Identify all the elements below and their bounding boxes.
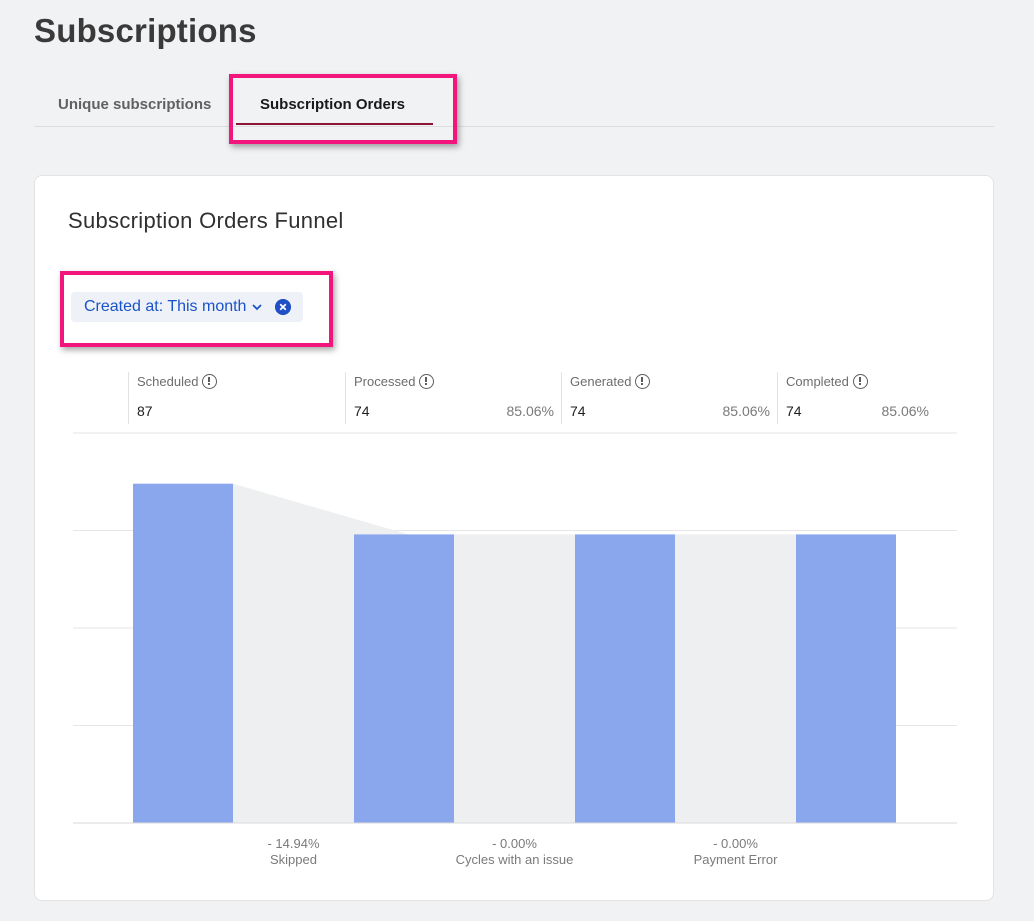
drop-area [233, 534, 354, 823]
funnel-bar [796, 534, 896, 823]
funnel-bar [133, 483, 233, 823]
funnel-bar [354, 534, 454, 823]
tab-unique-subscriptions[interactable]: Unique subscriptions [58, 78, 211, 126]
drop-percent: - 0.00% [713, 836, 758, 851]
drop-slope [233, 483, 409, 535]
funnel-chart: - 14.94%Skipped- 0.00%Cycles with an iss… [73, 432, 957, 867]
drop-label: Payment Error [694, 852, 778, 867]
page-title: Subscriptions [34, 12, 257, 49]
funnel-bar [575, 534, 675, 823]
drop-area [454, 534, 575, 823]
drop-percent: - 0.00% [492, 836, 537, 851]
active-tab-indicator [236, 123, 433, 125]
drop-label: Skipped [270, 852, 317, 867]
drop-area [675, 534, 796, 823]
funnel-card: Subscription Orders Funnel Created at: T… [34, 175, 994, 901]
tab-bar: Unique subscriptions Subscription Orders [34, 78, 994, 127]
drop-percent: - 14.94% [267, 836, 319, 851]
tab-subscription-orders[interactable]: Subscription Orders [260, 78, 405, 126]
drop-label: Cycles with an issue [456, 852, 574, 867]
